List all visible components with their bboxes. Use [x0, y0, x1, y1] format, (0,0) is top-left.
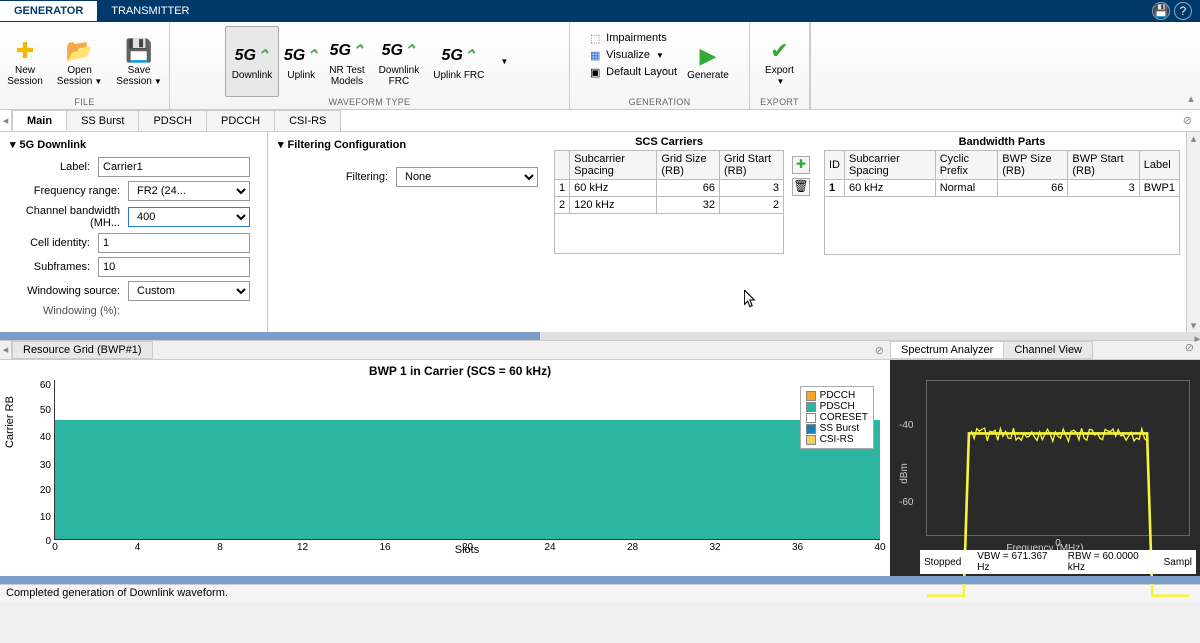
play-icon: ▶: [694, 42, 722, 70]
visualize-icon: ▦: [588, 48, 602, 62]
spectrum-plot[interactable]: dBm -40 -60 0 Frequency (MHz) Stopped VB…: [890, 360, 1200, 576]
plot-tab-spectrum[interactable]: Spectrum Analyzer: [890, 341, 1004, 359]
rg-legend: PDCCH PDSCH CORESET SS Burst CSI-RS: [800, 386, 874, 449]
5g-icon: 5G⌃: [333, 37, 361, 65]
panel-close-button[interactable]: ⊘: [1175, 110, 1200, 131]
new-session-button[interactable]: ✚ New Session: [1, 26, 49, 97]
5g-icon: 5G⌃: [385, 37, 413, 65]
subframes-label: Subframes:: [10, 261, 90, 273]
ribbon-group-export: EXPORT: [760, 97, 799, 107]
plot-tab-channelview[interactable]: Channel View: [1003, 341, 1093, 359]
scs-table-title: SCS Carriers: [554, 136, 784, 148]
save-layout-icon[interactable]: 💾: [1152, 2, 1170, 20]
plot-scroll-left[interactable]: ◂: [0, 339, 12, 361]
rg-title: BWP 1 in Carrier (SCS = 60 kHz): [40, 364, 880, 378]
resource-grid-plot[interactable]: BWP 1 in Carrier (SCS = 60 kHz) Carrier …: [0, 360, 890, 576]
filtering-select[interactable]: None: [396, 167, 538, 187]
bottom-scrollbar[interactable]: [0, 576, 1200, 584]
label-label: Label:: [10, 161, 90, 173]
section-filtering[interactable]: ▾Filtering Configuration: [278, 138, 538, 151]
bw-select[interactable]: 400: [128, 207, 250, 227]
default-layout-button[interactable]: ▣Default Layout: [584, 64, 681, 80]
layout-icon: ▣: [588, 65, 602, 79]
check-icon: ✔: [766, 37, 794, 65]
spec-status: Stopped: [924, 557, 961, 568]
impairments-button[interactable]: ⬚Impairments: [584, 30, 681, 46]
scroll-up[interactable]: ▴: [1191, 132, 1197, 145]
ribbon-collapse-button[interactable]: ▴: [1182, 22, 1200, 109]
subtab-ssburst[interactable]: SS Burst: [66, 110, 139, 131]
subtab-pdcch[interactable]: PDCCH: [206, 110, 275, 131]
visualize-button[interactable]: ▦Visualize▼: [584, 47, 681, 63]
5g-icon: 5G⌃: [238, 42, 266, 70]
plot-tab-resourcegrid[interactable]: Resource Grid (BWP#1): [12, 341, 153, 359]
horizontal-scrollbar[interactable]: ▸: [0, 332, 1200, 340]
open-session-button[interactable]: 📂 Open Session▼: [51, 26, 109, 97]
folder-icon: 📂: [66, 37, 94, 65]
bw-label: Channel bandwidth (MH...: [10, 205, 120, 229]
ribbon-group-waveform: WAVEFORM TYPE: [329, 97, 411, 107]
subtab-main[interactable]: Main: [12, 110, 67, 131]
waveform-ulfrc-button[interactable]: 5G⌃ Uplink FRC: [427, 26, 490, 97]
filtering-label: Filtering:: [278, 171, 388, 183]
ribbon-group-file: FILE: [74, 97, 94, 107]
bwp-table-title: Bandwidth Parts: [824, 136, 1180, 148]
collapse-icon: ▾: [10, 138, 16, 151]
windowing-src-select[interactable]: Custom: [128, 281, 250, 301]
bwp-table[interactable]: IDSubcarrier SpacingCyclic PrefixBWP Siz…: [824, 150, 1180, 255]
waveform-more-button[interactable]: ▼: [492, 26, 514, 97]
scs-table[interactable]: Subcarrier SpacingGrid Size (RB)Grid Sta…: [554, 150, 784, 254]
cell-label: Cell identity:: [10, 237, 90, 249]
tab-scroll-left[interactable]: ◂: [0, 110, 12, 131]
scroll-down[interactable]: ▾: [1191, 319, 1197, 332]
ribbon-group-generation: GENERATION: [629, 97, 691, 107]
waveform-uplink-button[interactable]: 5G⌃ Uplink: [281, 26, 321, 97]
waveform-downlink-button[interactable]: 5G⌃ Downlink: [225, 26, 280, 97]
section-5g-downlink[interactable]: ▾5G Downlink: [10, 138, 250, 151]
help-icon[interactable]: ?: [1174, 2, 1192, 20]
tab-generator[interactable]: GENERATOR: [0, 1, 97, 21]
spec-rbw: RBW = 60.0000 kHz: [1068, 551, 1156, 573]
table-row: 160 kHz663: [555, 180, 784, 197]
cell-input[interactable]: [98, 233, 250, 253]
spec-ylabel: dBm: [899, 463, 910, 484]
disk-icon: 💾: [125, 37, 153, 65]
5g-icon: 5G⌃: [287, 42, 315, 70]
generate-button[interactable]: ▶ Generate: [681, 26, 735, 97]
plot-panel-close[interactable]: ⊘: [869, 344, 890, 357]
windowing-pct-label: Windowing (%):: [10, 305, 120, 317]
save-session-button[interactable]: 💾 Save Session▼: [110, 26, 168, 97]
tab-transmitter[interactable]: TRANSMITTER: [97, 1, 203, 21]
5g-icon: 5G⌃: [445, 42, 473, 70]
freq-label: Frequency range:: [10, 185, 120, 197]
spec-samp: Sampl: [1164, 557, 1192, 568]
waveform-nrtest-button[interactable]: 5G⌃ NR Test Models: [323, 26, 370, 97]
export-button[interactable]: ✔ Export▼: [759, 26, 800, 97]
spec-vbw: VBW = 671.367 Hz: [977, 551, 1060, 573]
subtab-csirs[interactable]: CSI-RS: [274, 110, 341, 131]
collapse-icon: ▾: [278, 138, 284, 151]
subtab-pdsch[interactable]: PDSCH: [138, 110, 207, 131]
table-row: 2120 kHz322: [555, 197, 784, 214]
impairments-icon: ⬚: [588, 31, 602, 45]
add-row-button[interactable]: ✚: [792, 156, 810, 174]
table-row: 160 kHzNormal663BWP1: [825, 180, 1180, 197]
freq-select[interactable]: FR2 (24...: [128, 181, 250, 201]
waveform-dlfrc-button[interactable]: 5G⌃ Downlink FRC: [373, 26, 426, 97]
subframes-input[interactable]: [98, 257, 250, 277]
plus-icon: ✚: [11, 37, 39, 65]
rg-ylabel: Carrier RB: [4, 396, 16, 448]
label-input[interactable]: [98, 157, 250, 177]
delete-row-button[interactable]: 🗑: [792, 178, 810, 196]
windowing-src-label: Windowing source:: [10, 285, 120, 297]
